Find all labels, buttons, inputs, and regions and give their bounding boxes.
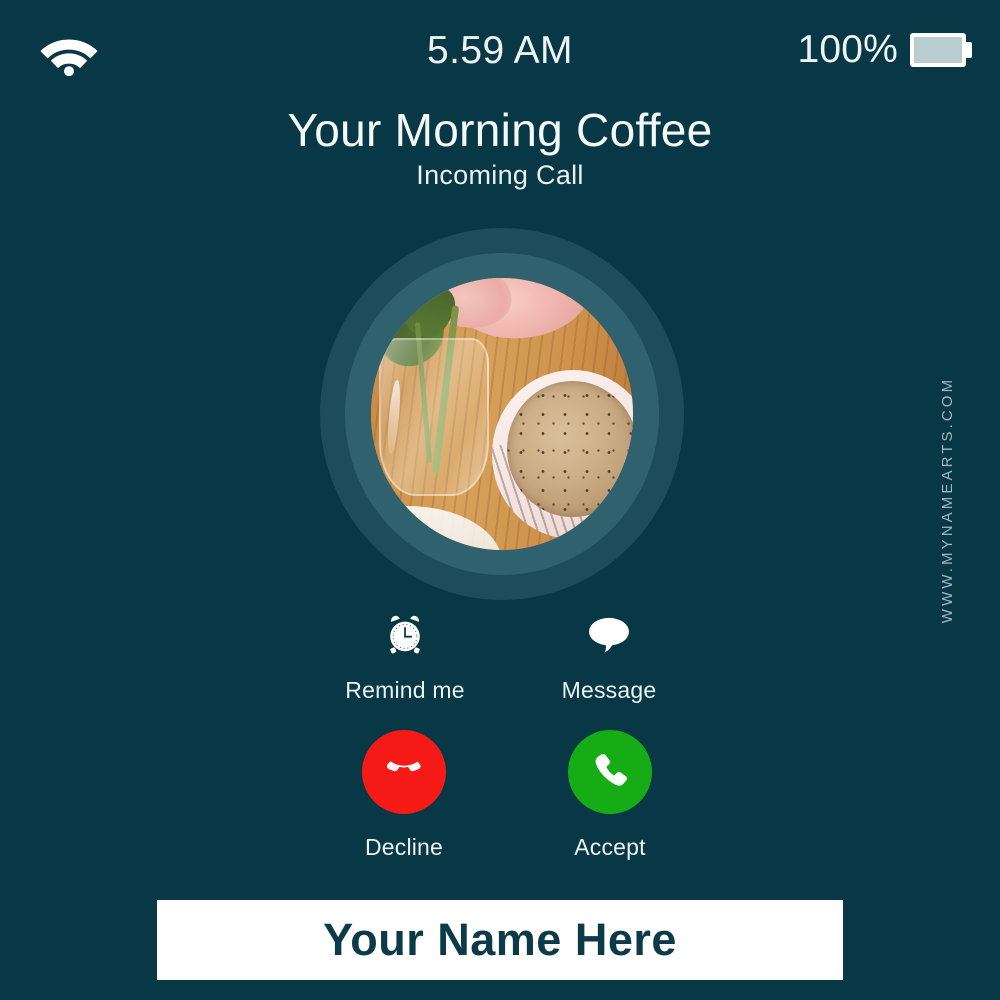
incoming-call-screen: 5.59 AM 100% Your Morning Coffee Incomin… [0,0,1000,1000]
watermark: WWW.MYNAMEARTS.COM [939,376,956,624]
photo-coffee-surface [507,381,633,518]
accept-button[interactable] [568,730,652,814]
battery-status-group: 100% [797,25,972,75]
battery-cap [965,42,972,58]
photo-coffee-specks [507,381,633,518]
name-banner[interactable]: Your Name Here [157,900,843,980]
remind-me-button[interactable]: Remind me [325,612,485,704]
photo-glass-vase [378,337,489,496]
caller-avatar [320,228,684,600]
accept-call-action[interactable]: Accept [530,730,690,861]
caller-name: Your Morning Coffee [287,104,713,156]
battery-fill [914,37,962,63]
battery-full-icon [910,33,972,67]
avatar-photo [371,278,633,550]
name-banner-text: Your Name Here [323,914,677,965]
remind-me-label: Remind me [345,677,465,703]
phone-icon [586,747,634,798]
status-bar: 5.59 AM 100% [0,0,1000,92]
message-label: Message [561,677,657,703]
photo-vase-highlight [386,379,403,454]
message-bubble-icon[interactable] [529,612,689,658]
accept-label: Accept [574,834,646,860]
decline-label: Decline [364,834,444,860]
message-button[interactable]: Message [529,612,689,704]
phone-down-icon [379,746,429,799]
decline-call-action[interactable]: Decline [324,730,484,861]
call-status-label: Incoming Call [416,160,584,190]
decline-button[interactable] [362,730,446,814]
battery-percent-label: 100% [797,28,898,71]
alarm-clock-icon[interactable] [325,612,485,658]
